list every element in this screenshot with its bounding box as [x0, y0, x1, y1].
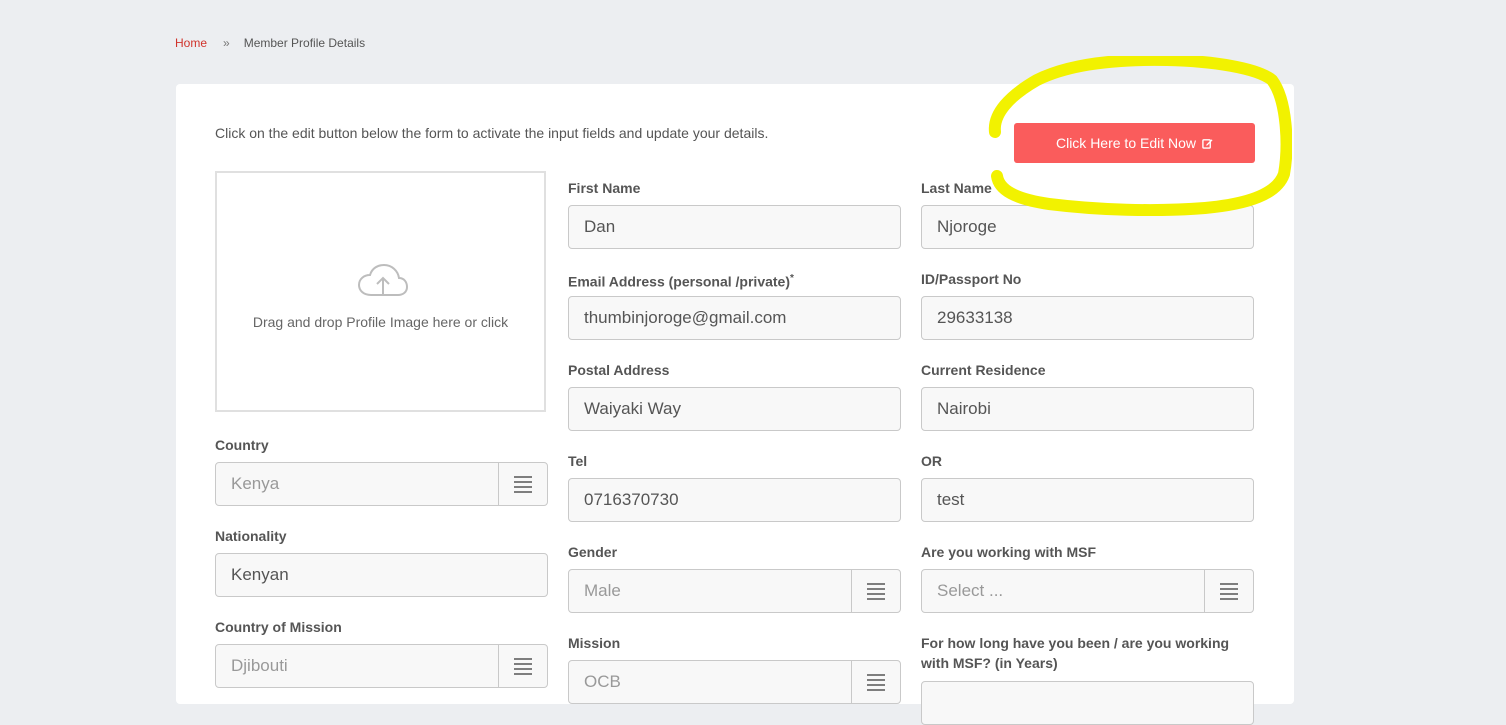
edit-icon — [1202, 138, 1213, 149]
working-msf-toggle[interactable] — [1204, 570, 1253, 612]
mission-select[interactable]: OCB — [568, 660, 901, 704]
working-msf-placeholder: Select ... — [937, 581, 1004, 600]
breadcrumb-home-link[interactable]: Home — [175, 36, 207, 50]
breadcrumb-separator: » — [223, 36, 230, 50]
nationality-label: Nationality — [215, 528, 287, 544]
country-of-mission-label: Country of Mission — [215, 619, 342, 635]
working-msf-label: Are you working with MSF — [921, 544, 1097, 560]
edit-button-label: Click Here to Edit Now — [1055, 135, 1197, 151]
required-mark: * — [790, 273, 794, 284]
msf-years-label-line2: with MSF? (in Years) — [921, 655, 1058, 671]
country-label: Country — [215, 437, 269, 453]
country-select-value: Kenya — [231, 474, 280, 493]
country-select-toggle[interactable] — [498, 463, 547, 505]
menu-lines-icon — [514, 658, 532, 675]
dropzone-text: Drag and drop Profile Image here or clic… — [252, 314, 509, 330]
menu-lines-icon — [867, 674, 885, 691]
email-label: Email Address (personal /private)* — [568, 269, 794, 292]
menu-lines-icon — [1220, 583, 1238, 600]
country-of-mission-toggle[interactable] — [498, 645, 547, 687]
id-passport-input[interactable]: 29633138 — [921, 296, 1254, 340]
email-label-text: Email Address (personal /private) — [568, 273, 790, 290]
country-of-mission-value: Djibouti — [231, 656, 288, 675]
gender-select-value: Male — [584, 581, 621, 600]
mission-select-toggle[interactable] — [851, 661, 900, 703]
breadcrumb: Home » Member Profile Details — [175, 36, 365, 50]
msf-years-label-line1: For how long have you been / are you wor… — [921, 635, 1230, 651]
email-input[interactable]: thumbinjoroge@gmail.com — [568, 296, 901, 340]
cloud-upload-icon — [357, 263, 409, 304]
tel-label: Tel — [568, 453, 588, 469]
current-residence-label: Current Residence — [921, 362, 1046, 378]
mission-select-value: OCB — [584, 672, 621, 691]
country-select[interactable]: Kenya — [215, 462, 548, 506]
gender-select[interactable]: Male — [568, 569, 901, 613]
country-of-mission-select[interactable]: Djibouti — [215, 644, 548, 688]
last-name-label: Last Name — [921, 180, 992, 196]
msf-years-input[interactable] — [921, 681, 1254, 725]
or-input[interactable]: test — [921, 478, 1254, 522]
or-label: OR — [921, 453, 942, 469]
tel-input[interactable]: 0716370730 — [568, 478, 901, 522]
postal-address-label: Postal Address — [568, 362, 670, 378]
msf-years-label: For how long have you been / are you wor… — [921, 633, 1229, 673]
intro-text: Click on the edit button below the form … — [215, 125, 769, 141]
profile-card: Click on the edit button below the form … — [176, 84, 1294, 725]
menu-lines-icon — [514, 476, 532, 493]
breadcrumb-current: Member Profile Details — [243, 36, 366, 50]
gender-label: Gender — [568, 544, 618, 560]
postal-address-input[interactable]: Waiyaki Way — [568, 387, 901, 431]
working-msf-select[interactable]: Select ... — [921, 569, 1254, 613]
first-name-input[interactable]: Dan — [568, 205, 901, 249]
mission-label: Mission — [568, 635, 621, 651]
gender-select-toggle[interactable] — [851, 570, 900, 612]
nationality-input[interactable]: Kenyan — [215, 553, 548, 597]
id-passport-label: ID/Passport No — [921, 271, 1022, 287]
last-name-input[interactable]: Njoroge — [921, 205, 1254, 249]
first-name-label: First Name — [568, 180, 641, 196]
menu-lines-icon — [867, 583, 885, 600]
edit-profile-button[interactable]: Click Here to Edit Now — [1014, 123, 1255, 163]
current-residence-input[interactable]: Nairobi — [921, 387, 1254, 431]
profile-image-dropzone[interactable]: Drag and drop Profile Image here or clic… — [215, 171, 546, 412]
